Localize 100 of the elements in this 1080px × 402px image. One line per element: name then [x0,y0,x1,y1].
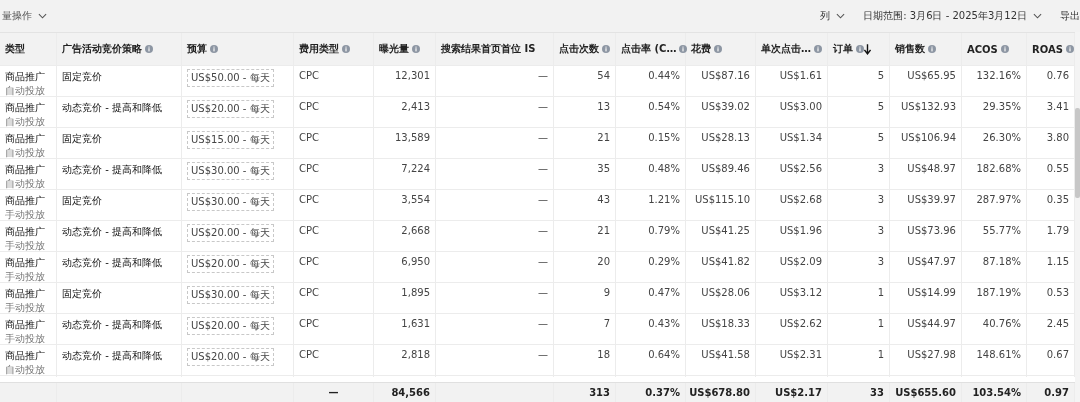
table-cell: 54 [597,70,610,81]
column-header[interactable]: 点击次数 [559,42,599,56]
budget-field[interactable]: US$20.00 - 每天 [187,317,274,335]
table-cell: 5 [877,132,884,143]
column-header[interactable]: 费用类型 [299,42,339,56]
budget-field[interactable]: US$30.00 - 每天 [187,162,274,180]
budget-field[interactable]: US$20.00 - 每天 [187,100,274,118]
bid-strategy-text: 动态竞价 - 提高和降低 [62,256,162,270]
chevron-down-icon [836,13,846,19]
info-icon[interactable] [145,45,153,53]
table-cell: US$41.58 [701,349,750,360]
table-cell: 0.54% [648,101,680,112]
budget-field[interactable]: US$20.00 - 每天 [187,224,274,242]
chevron-down-icon [1033,13,1042,19]
total-cell: 33 [870,387,884,398]
table-cell: 1 [877,318,884,329]
table-cell: 7 [603,318,610,329]
info-icon[interactable] [1065,45,1074,53]
table-cell: 13 [597,101,610,112]
column-header[interactable]: 预算 [187,42,207,56]
table-cell: — [538,132,548,143]
budget-field[interactable]: US$30.00 - 每天 [187,193,274,211]
table-cell: — [538,318,548,329]
table-cell: 40.76% [982,318,1021,329]
table-cell: — [538,101,548,112]
table-cell: 0.64% [648,349,680,360]
table-cell: US$3.12 [779,287,822,298]
table-cell: US$44.97 [907,318,956,329]
bid-strategy-text: 固定竞价 [62,194,102,208]
column-header[interactable]: 花费 [691,42,711,56]
budget-field[interactable]: US$20.00 - 每天 [187,255,274,273]
table-cell: 1.15 [1046,256,1069,267]
column-header[interactable]: 广告活动竞价策略 [62,42,142,56]
total-cell: 0.97 [1044,387,1069,398]
table-cell: 2,413 [401,101,430,112]
column-header[interactable]: 单次点击… [761,42,811,56]
table-cell: 13,589 [395,132,430,143]
table-cell: 21 [597,225,610,236]
targeting-text: 手动投放 [5,270,45,284]
budget-field[interactable]: US$20.00 - 每天 [187,348,274,366]
info-icon[interactable] [342,45,350,53]
targeting-text: 手动投放 [5,239,45,253]
targeting-text: 自动投放 [5,115,45,129]
table-cell: US$39.97 [907,194,956,205]
table-cell: 3 [877,225,884,236]
table-cell: 287.97% [976,194,1021,205]
budget-field[interactable]: US$50.00 - 每天 [187,69,274,87]
info-icon[interactable] [814,45,822,53]
table-cell: 18 [597,349,610,360]
total-cell: 84,566 [391,387,430,398]
info-icon[interactable] [928,45,936,53]
cost-type-text: CPC [299,70,319,81]
budget-field[interactable]: US$30.00 - 每天 [187,286,274,304]
cost-type-text: CPC [299,101,319,112]
table-cell: 1 [877,349,884,360]
ad-type-text: 商品推广 [5,318,45,332]
table-cell: US$14.99 [907,287,956,298]
ad-type-text: 商品推广 [5,349,45,363]
info-icon[interactable] [679,45,688,53]
table-cell: 0.76 [1046,70,1069,81]
cost-type-text: CPC [299,225,319,236]
table-cell: 0.35 [1046,194,1069,205]
table-cell: 26.30% [982,132,1021,143]
table-cell: 132.16% [976,70,1021,81]
column-header[interactable]: 销售数 [895,42,925,56]
table-cell: US$89.46 [701,163,750,174]
ad-type-text: 商品推广 [5,287,45,301]
column-header[interactable]: 曝光量 [379,42,409,56]
column-header[interactable]: ACOS [967,43,998,55]
bulk-actions-dropdown[interactable]: 量操作 [2,9,47,23]
column-header[interactable]: 搜索结果首页首位 IS [441,42,536,56]
total-cell: 0.37% [645,387,680,398]
info-icon[interactable] [602,45,610,53]
targeting-text: 自动投放 [5,146,45,160]
cost-type-text: CPC [299,349,319,360]
table-cell: 2,668 [401,225,430,236]
table-cell: US$39.02 [701,101,750,112]
date-range-dropdown[interactable]: 日期范围: 3月6日 - 2025年3月12日 [863,9,1042,23]
info-icon[interactable] [714,45,722,53]
table-cell: US$27.98 [907,349,956,360]
table-cell: US$41.25 [701,225,750,236]
budget-field[interactable]: US$15.00 - 每天 [187,131,274,149]
total-cell: 103.54% [972,387,1021,398]
table-cell: US$87.16 [701,70,750,81]
column-header[interactable]: 订单 [833,42,853,56]
column-header[interactable]: ROAS [1032,43,1063,55]
cost-type-text: CPC [299,287,319,298]
sort-arrow-icon[interactable] [864,43,871,55]
columns-dropdown[interactable]: 列 [820,9,846,23]
info-icon[interactable] [210,45,218,53]
targeting-text: 自动投放 [5,84,45,98]
table-cell: 7,224 [401,163,430,174]
info-icon[interactable] [1000,45,1009,53]
info-icon[interactable] [412,45,420,53]
column-header[interactable]: 类型 [5,42,25,56]
table-cell: 1 [877,287,884,298]
column-header[interactable]: 点击率 (C… [621,42,677,56]
table-cell: 35 [597,163,610,174]
export-button[interactable]: 导出 [1060,9,1080,23]
table-cell: 0.48% [648,163,680,174]
